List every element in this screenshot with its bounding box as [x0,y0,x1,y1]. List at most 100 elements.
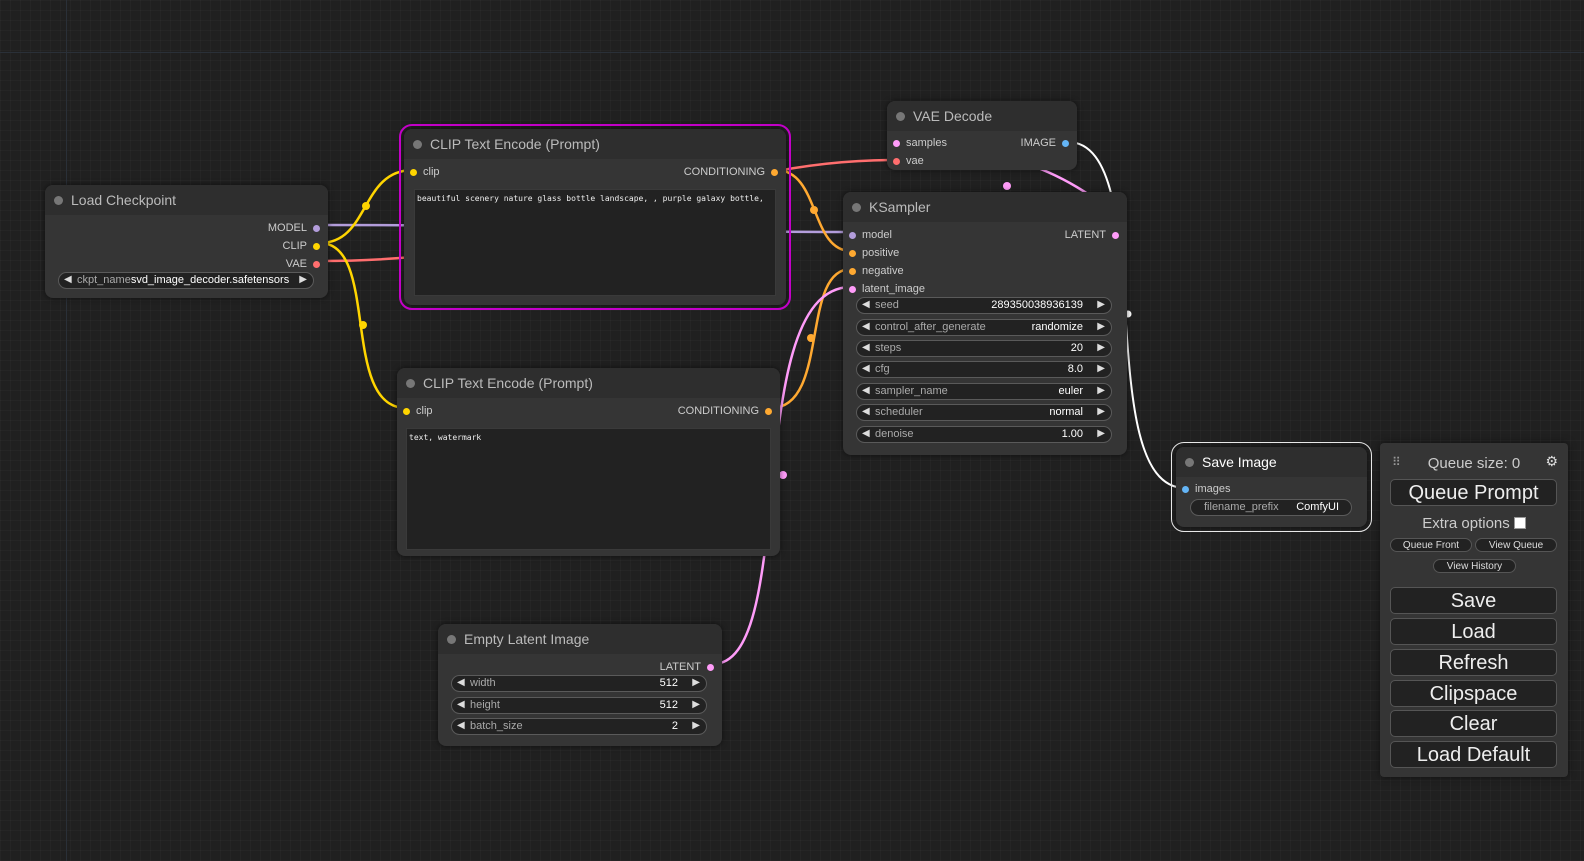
output-dot-icon[interactable] [771,168,778,176]
output-vae[interactable]: VAE [286,258,320,270]
widget-scheduler[interactable]: ◀ scheduler normal ▶ [856,404,1112,421]
node-clip-text-encode-negative[interactable]: CLIP Text Encode (Prompt) clip CONDITION… [397,368,780,556]
input-vae[interactable]: vae [893,155,924,167]
arrow-left-icon[interactable]: ◀ [862,299,870,310]
node-ksampler[interactable]: KSampler model LATENT positive negative … [843,192,1127,455]
output-clip[interactable]: CLIP [283,240,320,252]
input-images[interactable]: images [1182,483,1230,495]
input-latent-image[interactable]: latent_image [849,283,925,295]
load-default-button[interactable]: Load Default [1390,741,1557,768]
collapse-dot-icon[interactable] [896,112,905,121]
output-dot-icon[interactable] [1062,139,1069,147]
arrow-right-icon[interactable]: ▶ [1097,299,1105,310]
output-dot-icon[interactable] [313,224,320,232]
save-button[interactable]: Save [1390,587,1557,614]
node-clip-text-encode-positive[interactable]: CLIP Text Encode (Prompt) clip CONDITION… [399,124,791,310]
prompt-textarea[interactable]: beautiful scenery nature glass bottle la… [414,189,776,296]
input-clip[interactable]: clip [410,166,440,178]
node-title[interactable]: VAE Decode [887,101,1077,131]
input-dot-icon[interactable] [403,407,410,415]
arrow-right-icon[interactable]: ▶ [299,274,307,285]
arrow-right-icon[interactable]: ▶ [1097,363,1105,374]
widget-cfg[interactable]: ◀ cfg 8.0 ▶ [856,361,1112,378]
input-dot-icon[interactable] [849,267,856,275]
input-samples[interactable]: samples [893,137,947,149]
input-positive[interactable]: positive [849,247,899,259]
output-image[interactable]: IMAGE [1021,137,1069,149]
queue-front-button[interactable]: Queue Front [1390,538,1472,552]
arrow-right-icon[interactable]: ▶ [692,720,700,731]
widget-height[interactable]: ◀ height 512 ▶ [451,697,707,714]
extra-options-checkbox[interactable] [1513,517,1526,529]
arrow-left-icon[interactable]: ◀ [862,363,870,374]
input-dot-icon[interactable] [410,168,417,176]
widget-steps[interactable]: ◀ steps 20 ▶ [856,340,1112,357]
arrow-left-icon[interactable]: ◀ [457,677,465,688]
input-dot-icon[interactable] [849,249,856,257]
node-empty-latent-image[interactable]: Empty Latent Image LATENT ◀ width 512 ▶ ◀ he… [438,624,722,746]
widget-batch-size[interactable]: ◀ batch_size 2 ▶ [451,718,707,735]
ckpt-name-combo[interactable]: ◀ ckpt_namesvd_image_decoder.safetensors… [58,272,314,289]
output-dot-icon[interactable] [765,407,772,415]
widget-denoise[interactable]: ◀ denoise 1.00 ▶ [856,426,1112,443]
widget-sampler-name[interactable]: ◀ sampler_name euler ▶ [856,383,1112,400]
input-dot-icon[interactable] [893,157,900,165]
prompt-textarea[interactable]: text, watermark [406,428,771,550]
output-conditioning[interactable]: CONDITIONING [684,166,778,178]
node-vae-decode[interactable]: VAE Decode samples IMAGE vae [887,101,1077,170]
output-conditioning[interactable]: CONDITIONING [678,405,772,417]
collapse-dot-icon[interactable] [1185,458,1194,467]
node-save-image[interactable]: Save Image images filename_prefix ComfyU… [1171,442,1372,532]
arrow-left-icon[interactable]: ◀ [457,720,465,731]
arrow-right-icon[interactable]: ▶ [1097,321,1105,332]
output-dot-icon[interactable] [707,663,714,671]
node-load-checkpoint[interactable]: Load Checkpoint MODEL CLIP VAE ◀ ckpt_na… [45,185,328,298]
clipspace-button[interactable]: Clipspace [1390,680,1557,707]
arrow-left-icon[interactable]: ◀ [457,699,465,710]
arrow-left-icon[interactable]: ◀ [862,385,870,396]
collapse-dot-icon[interactable] [852,203,861,212]
refresh-button[interactable]: Refresh [1390,649,1557,676]
output-dot-icon[interactable] [1112,231,1119,239]
widget-width[interactable]: ◀ width 512 ▶ [451,675,707,692]
output-latent[interactable]: LATENT [660,661,714,673]
node-title[interactable]: KSampler [843,192,1127,222]
node-title[interactable]: Empty Latent Image [438,624,722,654]
queue-prompt-button[interactable]: Queue Prompt [1390,479,1557,506]
output-dot-icon[interactable] [313,260,320,268]
arrow-right-icon[interactable]: ▶ [1097,406,1105,417]
widget-filename-prefix[interactable]: filename_prefix ComfyUI [1190,499,1352,516]
node-title[interactable]: CLIP Text Encode (Prompt) [404,129,786,159]
arrow-left-icon[interactable]: ◀ [64,274,72,285]
collapse-dot-icon[interactable] [406,379,415,388]
arrow-left-icon[interactable]: ◀ [862,321,870,332]
input-dot-icon[interactable] [1182,485,1189,493]
input-model[interactable]: model [849,229,892,241]
output-dot-icon[interactable] [313,242,320,250]
arrow-right-icon[interactable]: ▶ [692,699,700,710]
output-model[interactable]: MODEL [268,222,320,234]
input-clip[interactable]: clip [403,405,433,417]
arrow-left-icon[interactable]: ◀ [862,428,870,439]
arrow-left-icon[interactable]: ◀ [862,342,870,353]
input-negative[interactable]: negative [849,265,904,277]
node-title[interactable]: Load Checkpoint [45,185,328,215]
collapse-dot-icon[interactable] [54,196,63,205]
input-dot-icon[interactable] [849,285,856,293]
arrow-right-icon[interactable]: ▶ [692,677,700,688]
view-history-button[interactable]: View History [1433,559,1516,573]
widget-seed[interactable]: ◀ seed 289350038936139 ▶ [856,297,1112,314]
clear-button[interactable]: Clear [1390,710,1557,737]
widget-control-after-generate[interactable]: ◀ control_after_generate randomize ▶ [856,319,1112,336]
node-title[interactable]: Save Image [1176,447,1367,477]
gear-icon[interactable]: ⚙ [1545,453,1558,470]
arrow-left-icon[interactable]: ◀ [862,406,870,417]
load-button[interactable]: Load [1390,618,1557,645]
input-dot-icon[interactable] [893,139,900,147]
arrow-right-icon[interactable]: ▶ [1097,342,1105,353]
node-title[interactable]: CLIP Text Encode (Prompt) [397,368,780,398]
arrow-right-icon[interactable]: ▶ [1097,428,1105,439]
output-latent[interactable]: LATENT [1065,229,1119,241]
arrow-right-icon[interactable]: ▶ [1097,385,1105,396]
input-dot-icon[interactable] [849,231,856,239]
